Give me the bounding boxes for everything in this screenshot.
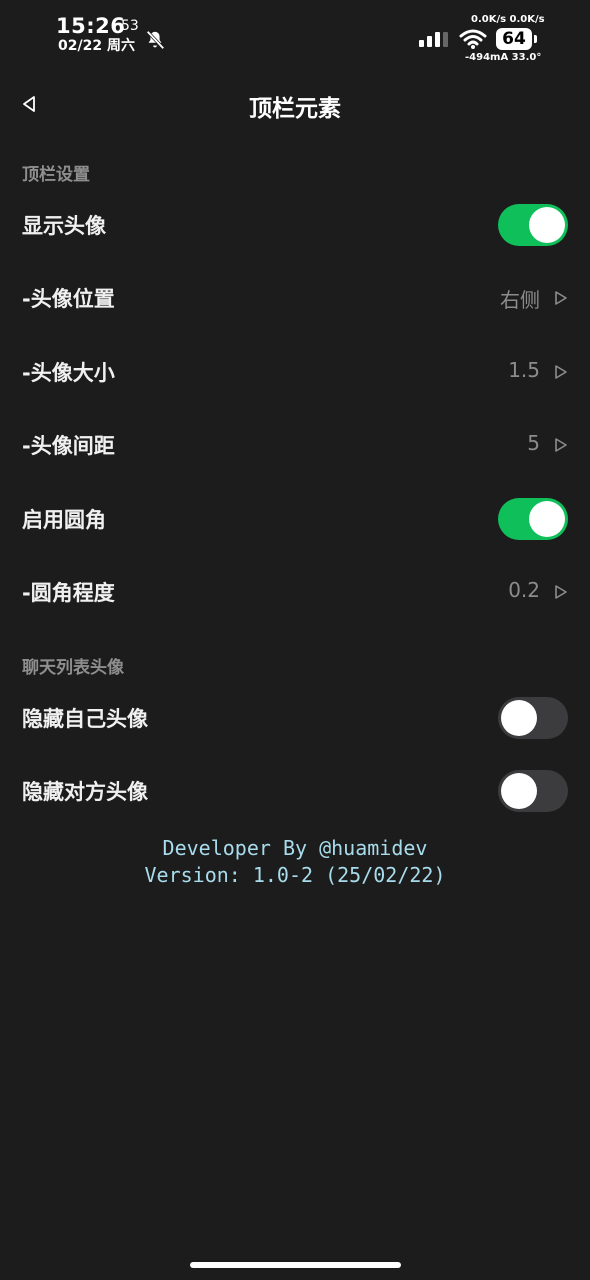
home-indicator[interactable] xyxy=(190,1262,401,1268)
footer: Developer By @huamidev Version: 1.0-2 (2… xyxy=(0,835,590,889)
status-seconds: 53 xyxy=(121,18,139,34)
row-avatar-spacing[interactable]: -头像间距 5 xyxy=(0,415,590,475)
section-header-topbar: 顶栏设置 xyxy=(22,165,90,185)
row-hide-other-avatar[interactable]: 隐藏对方头像 xyxy=(0,761,590,821)
enable-rounded-toggle[interactable] xyxy=(498,498,568,540)
hide-other-avatar-toggle[interactable] xyxy=(498,770,568,812)
row-corner-radius[interactable]: -圆角程度 0.2 xyxy=(0,562,590,622)
battery-icon: 64 xyxy=(496,28,538,50)
chevron-right-icon xyxy=(555,291,567,305)
row-value: 右侧 xyxy=(500,288,540,312)
row-value: 5 xyxy=(527,431,540,455)
row-show-avatar[interactable]: 显示头像 xyxy=(0,195,590,255)
network-speed: 0.0K/s 0.0K/s xyxy=(471,14,545,25)
show-avatar-toggle[interactable] xyxy=(498,204,568,246)
row-value: 0.2 xyxy=(508,578,540,602)
bell-off-icon xyxy=(146,30,165,50)
row-avatar-size[interactable]: -头像大小 1.5 xyxy=(0,342,590,402)
row-label: -头像间距 xyxy=(22,434,115,458)
wifi-icon xyxy=(459,29,487,49)
signal-icon xyxy=(419,32,448,47)
row-label: 启用圆角 xyxy=(22,508,106,532)
chevron-right-icon xyxy=(555,365,567,379)
page-title: 顶栏元素 xyxy=(249,96,341,122)
chevron-right-icon xyxy=(555,585,567,599)
row-label: -头像大小 xyxy=(22,361,115,385)
row-label: -头像位置 xyxy=(22,287,115,311)
row-label: 显示头像 xyxy=(22,214,106,238)
row-enable-rounded[interactable]: 启用圆角 xyxy=(0,489,590,549)
chevron-right-icon xyxy=(555,438,567,452)
hide-own-avatar-toggle[interactable] xyxy=(498,697,568,739)
row-hide-own-avatar[interactable]: 隐藏自己头像 xyxy=(0,688,590,748)
row-avatar-position[interactable]: -头像位置 右侧 xyxy=(0,268,590,328)
power-readout: -494mA 33.0° xyxy=(465,52,542,63)
status-date: 02/22 周六 xyxy=(58,38,135,54)
row-label: 隐藏对方头像 xyxy=(22,780,148,804)
status-bar: 15:26 53 02/22 周六 0.0K/s 0.0K/s 64 -494m… xyxy=(0,0,590,70)
row-value: 1.5 xyxy=(508,358,540,382)
row-label: -圆角程度 xyxy=(22,581,115,605)
row-label: 隐藏自己头像 xyxy=(22,707,148,731)
developer-credit: Developer By @huamidev xyxy=(162,836,428,860)
version-text: Version: 1.0-2 (25/02/22) xyxy=(144,863,446,887)
section-header-chat-list: 聊天列表头像 xyxy=(22,658,124,678)
battery-level: 64 xyxy=(496,28,532,50)
header: 顶栏元素 xyxy=(0,78,590,130)
